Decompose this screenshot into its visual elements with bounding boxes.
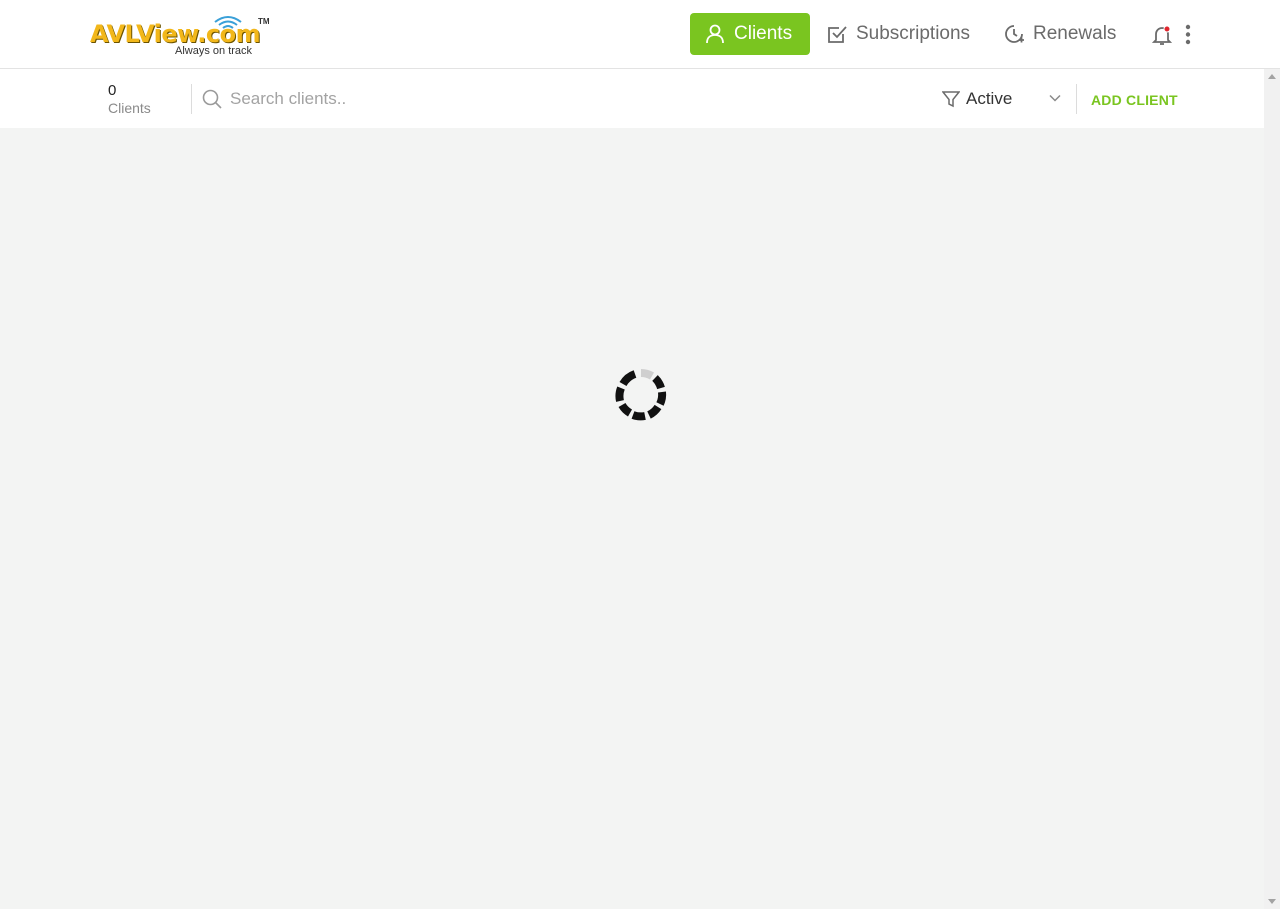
avlview-logo[interactable]: AVLView.com TM Always on track xyxy=(88,10,273,60)
clients-count: 0 Clients xyxy=(108,82,151,116)
logo-tagline: Always on track xyxy=(175,45,253,57)
clients-count-label: Clients xyxy=(108,100,151,116)
scroll-down-arrow-icon[interactable] xyxy=(1268,899,1276,904)
logo-brand-text: AVLView.com xyxy=(90,20,261,48)
toolbar-divider xyxy=(1076,84,1077,114)
checkbox-icon xyxy=(826,23,848,45)
search-input[interactable] xyxy=(230,89,650,109)
vertical-scrollbar[interactable] xyxy=(1264,69,1280,909)
user-icon xyxy=(704,23,726,45)
status-filter-select[interactable]: Active xyxy=(942,88,1064,110)
toolbar-divider xyxy=(191,84,192,114)
nav-clients-button[interactable]: Clients xyxy=(690,13,811,55)
add-client-button[interactable]: ADD CLIENT xyxy=(1091,92,1178,108)
filter-icon xyxy=(942,91,960,108)
search-icon xyxy=(202,89,222,109)
nav-renewals-button[interactable]: Renewals xyxy=(1003,13,1116,55)
bell-icon[interactable] xyxy=(1152,24,1172,46)
search-box xyxy=(202,87,702,111)
nav-clients-label: Clients xyxy=(734,23,793,44)
nav-subscriptions-button[interactable]: Subscriptions xyxy=(826,13,970,55)
chevron-down-icon xyxy=(1049,94,1061,102)
nav-renewals-label: Renewals xyxy=(1033,23,1117,44)
nav-subscriptions-label: Subscriptions xyxy=(856,23,971,44)
clients-count-value: 0 xyxy=(108,82,117,99)
kebab-menu-icon[interactable] xyxy=(1180,24,1196,46)
renewal-icon xyxy=(1003,23,1025,45)
logo-trademark: TM xyxy=(258,17,270,26)
loading-spinner xyxy=(615,369,667,421)
status-filter-value: Active xyxy=(966,89,1013,108)
clients-content-area xyxy=(0,128,1264,909)
scroll-up-arrow-icon[interactable] xyxy=(1268,74,1276,79)
clients-toolbar: 0 Clients Active ADD CLIENT xyxy=(0,69,1264,128)
top-navbar: AVLView.com TM Always on track Clients S… xyxy=(0,0,1280,69)
